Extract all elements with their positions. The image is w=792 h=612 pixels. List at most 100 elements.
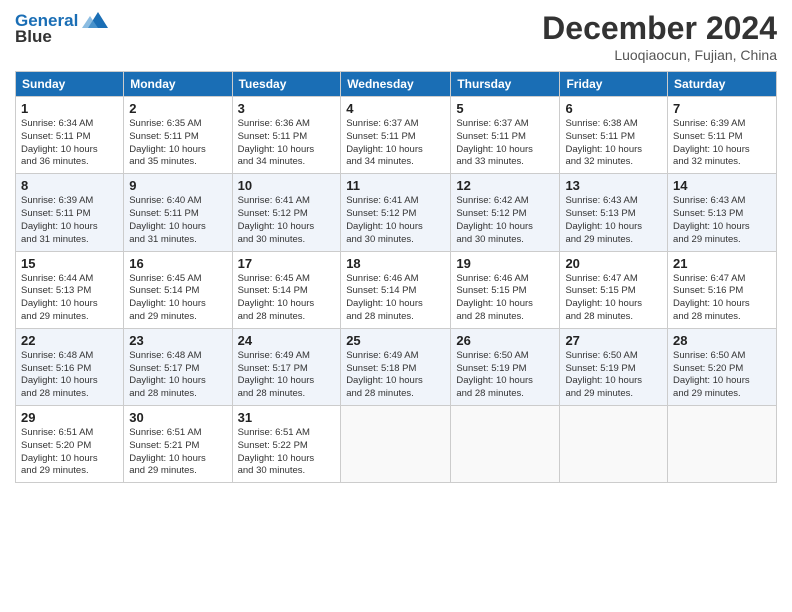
calendar-cell-w5-d3 bbox=[341, 406, 451, 483]
calendar-cell-w3-d5: 20Sunrise: 6:47 AM Sunset: 5:15 PM Dayli… bbox=[560, 251, 668, 328]
calendar-cell-w5-d2: 31 Sunrise: 6:51 AM Sunset: 5:22 PM Dayli… bbox=[232, 406, 341, 483]
day-info: Sunrise: 6:51 AM Sunset: 5:22 PM Dayligh… bbox=[238, 427, 336, 478]
day-info: Sunrise: 6:51 AM Sunset: 5:20 PM Dayligh… bbox=[21, 427, 118, 478]
day-number: 6 bbox=[565, 101, 662, 116]
day-info: Sunrise: 6:50 AM Sunset: 5:19 PM Dayligh… bbox=[565, 350, 662, 401]
day-number: 14 bbox=[673, 178, 771, 193]
day-info: Sunrise: 6:39 AM Sunset: 5:11 PM Dayligh… bbox=[21, 195, 118, 246]
day-number: 18 bbox=[346, 256, 445, 271]
week-row-1: 1Sunrise: 6:34 AM Sunset: 5:11 PM Daylig… bbox=[16, 97, 777, 174]
calendar-cell-w5-d5 bbox=[560, 406, 668, 483]
day-info: Sunrise: 6:39 AM Sunset: 5:11 PM Dayligh… bbox=[673, 118, 771, 169]
calendar-cell-w4-d1: 23 Sunrise: 6:48 AM Sunset: 5:17 PM Dayli… bbox=[124, 328, 232, 405]
day-info: Sunrise: 6:47 AM Sunset: 5:16 PM Dayligh… bbox=[673, 273, 771, 324]
calendar-cell-w5-d4 bbox=[451, 406, 560, 483]
day-number: 16 bbox=[129, 256, 226, 271]
calendar-cell-w4-d5: 27 Sunrise: 6:50 AM Sunset: 5:19 PM Dayli… bbox=[560, 328, 668, 405]
calendar-cell-w1-d1: 2 Sunrise: 6:35 AM Sunset: 5:11 PM Daylig… bbox=[124, 97, 232, 174]
header-sunday: Sunday bbox=[16, 72, 124, 97]
logo: General Blue bbox=[15, 10, 110, 47]
day-info: Sunrise: 6:43 AM Sunset: 5:13 PM Dayligh… bbox=[565, 195, 662, 246]
day-info: Sunrise: 6:50 AM Sunset: 5:20 PM Dayligh… bbox=[673, 350, 771, 401]
week-row-3: 15 Sunrise: 6:44 AM Sunset: 5:13 PM Dayli… bbox=[16, 251, 777, 328]
calendar-cell-w3-d2: 17Sunrise: 6:45 AM Sunset: 5:14 PM Dayli… bbox=[232, 251, 341, 328]
day-number: 8 bbox=[21, 178, 118, 193]
title-area: December 2024 Luoqiaocun, Fujian, China bbox=[542, 10, 777, 63]
calendar-cell-w3-d1: 16 Sunrise: 6:45 AM Sunset: 5:14 PM Dayli… bbox=[124, 251, 232, 328]
day-info: Sunrise: 6:48 AM Sunset: 5:16 PM Dayligh… bbox=[21, 350, 118, 401]
day-number: 7 bbox=[673, 101, 771, 116]
week-row-4: 22 Sunrise: 6:48 AM Sunset: 5:16 PM Dayli… bbox=[16, 328, 777, 405]
month-title: December 2024 bbox=[542, 10, 777, 47]
header-tuesday: Tuesday bbox=[232, 72, 341, 97]
day-number: 31 bbox=[238, 410, 336, 425]
day-number: 21 bbox=[673, 256, 771, 271]
day-number: 1 bbox=[21, 101, 118, 116]
calendar-cell-w2-d4: 12 Sunrise: 6:42 AM Sunset: 5:12 PM Dayli… bbox=[451, 174, 560, 251]
logo-text-line2: Blue bbox=[15, 28, 52, 47]
day-number: 3 bbox=[238, 101, 336, 116]
calendar-cell-w3-d6: 21 Sunrise: 6:47 AM Sunset: 5:16 PM Dayli… bbox=[668, 251, 777, 328]
calendar-cell-w1-d0: 1Sunrise: 6:34 AM Sunset: 5:11 PM Daylig… bbox=[16, 97, 124, 174]
calendar-cell-w1-d5: 6Sunrise: 6:38 AM Sunset: 5:11 PM Daylig… bbox=[560, 97, 668, 174]
header-friday: Friday bbox=[560, 72, 668, 97]
day-number: 11 bbox=[346, 178, 445, 193]
calendar-cell-w3-d3: 18 Sunrise: 6:46 AM Sunset: 5:14 PM Dayli… bbox=[341, 251, 451, 328]
day-number: 2 bbox=[129, 101, 226, 116]
day-number: 23 bbox=[129, 333, 226, 348]
calendar-cell-w3-d0: 15 Sunrise: 6:44 AM Sunset: 5:13 PM Dayli… bbox=[16, 251, 124, 328]
day-info: Sunrise: 6:50 AM Sunset: 5:19 PM Dayligh… bbox=[456, 350, 554, 401]
calendar-cell-w2-d1: 9Sunrise: 6:40 AM Sunset: 5:11 PM Daylig… bbox=[124, 174, 232, 251]
calendar-cell-w4-d0: 22 Sunrise: 6:48 AM Sunset: 5:16 PM Dayli… bbox=[16, 328, 124, 405]
day-info: Sunrise: 6:37 AM Sunset: 5:11 PM Dayligh… bbox=[346, 118, 445, 169]
day-info: Sunrise: 6:46 AM Sunset: 5:14 PM Dayligh… bbox=[346, 273, 445, 324]
day-info: Sunrise: 6:44 AM Sunset: 5:13 PM Dayligh… bbox=[21, 273, 118, 324]
day-number: 12 bbox=[456, 178, 554, 193]
header-monday: Monday bbox=[124, 72, 232, 97]
calendar-cell-w4-d3: 25 Sunrise: 6:49 AM Sunset: 5:18 PM Dayli… bbox=[341, 328, 451, 405]
day-info: Sunrise: 6:40 AM Sunset: 5:11 PM Dayligh… bbox=[129, 195, 226, 246]
header-thursday: Thursday bbox=[451, 72, 560, 97]
calendar-cell-w2-d5: 13 Sunrise: 6:43 AM Sunset: 5:13 PM Dayli… bbox=[560, 174, 668, 251]
calendar-cell-w2-d6: 14 Sunrise: 6:43 AM Sunset: 5:13 PM Dayli… bbox=[668, 174, 777, 251]
day-number: 5 bbox=[456, 101, 554, 116]
day-number: 15 bbox=[21, 256, 118, 271]
day-info: Sunrise: 6:45 AM Sunset: 5:14 PM Dayligh… bbox=[238, 273, 336, 324]
day-info: Sunrise: 6:47 AM Sunset: 5:15 PM Dayligh… bbox=[565, 273, 662, 324]
day-info: Sunrise: 6:43 AM Sunset: 5:13 PM Dayligh… bbox=[673, 195, 771, 246]
day-info: Sunrise: 6:45 AM Sunset: 5:14 PM Dayligh… bbox=[129, 273, 226, 324]
week-row-5: 29 Sunrise: 6:51 AM Sunset: 5:20 PM Dayli… bbox=[16, 406, 777, 483]
calendar-cell-w5-d1: 30 Sunrise: 6:51 AM Sunset: 5:21 PM Dayli… bbox=[124, 406, 232, 483]
calendar-table: Sunday Monday Tuesday Wednesday Thursday… bbox=[15, 71, 777, 483]
calendar-cell-w5-d0: 29 Sunrise: 6:51 AM Sunset: 5:20 PM Dayli… bbox=[16, 406, 124, 483]
day-info: Sunrise: 6:41 AM Sunset: 5:12 PM Dayligh… bbox=[346, 195, 445, 246]
calendar-cell-w2-d3: 11 Sunrise: 6:41 AM Sunset: 5:12 PM Dayli… bbox=[341, 174, 451, 251]
day-number: 30 bbox=[129, 410, 226, 425]
day-info: Sunrise: 6:51 AM Sunset: 5:21 PM Dayligh… bbox=[129, 427, 226, 478]
day-number: 22 bbox=[21, 333, 118, 348]
calendar-cell-w2-d0: 8 Sunrise: 6:39 AM Sunset: 5:11 PM Daylig… bbox=[16, 174, 124, 251]
calendar-cell-w1-d2: 3Sunrise: 6:36 AM Sunset: 5:11 PM Daylig… bbox=[232, 97, 341, 174]
day-number: 13 bbox=[565, 178, 662, 193]
calendar-cell-w2-d2: 10Sunrise: 6:41 AM Sunset: 5:12 PM Dayli… bbox=[232, 174, 341, 251]
calendar-cell-w3-d4: 19Sunrise: 6:46 AM Sunset: 5:15 PM Dayli… bbox=[451, 251, 560, 328]
header-wednesday: Wednesday bbox=[341, 72, 451, 97]
day-info: Sunrise: 6:48 AM Sunset: 5:17 PM Dayligh… bbox=[129, 350, 226, 401]
day-number: 4 bbox=[346, 101, 445, 116]
day-info: Sunrise: 6:35 AM Sunset: 5:11 PM Dayligh… bbox=[129, 118, 226, 169]
day-number: 28 bbox=[673, 333, 771, 348]
day-number: 25 bbox=[346, 333, 445, 348]
header-saturday: Saturday bbox=[668, 72, 777, 97]
day-number: 10 bbox=[238, 178, 336, 193]
weekday-header-row: Sunday Monday Tuesday Wednesday Thursday… bbox=[16, 72, 777, 97]
day-info: Sunrise: 6:42 AM Sunset: 5:12 PM Dayligh… bbox=[456, 195, 554, 246]
header: General Blue December 2024 Luoqiaocun, F… bbox=[15, 10, 777, 63]
calendar-cell-w1-d6: 7 Sunrise: 6:39 AM Sunset: 5:11 PM Daylig… bbox=[668, 97, 777, 174]
day-info: Sunrise: 6:49 AM Sunset: 5:18 PM Dayligh… bbox=[346, 350, 445, 401]
day-number: 29 bbox=[21, 410, 118, 425]
day-info: Sunrise: 6:37 AM Sunset: 5:11 PM Dayligh… bbox=[456, 118, 554, 169]
day-info: Sunrise: 6:49 AM Sunset: 5:17 PM Dayligh… bbox=[238, 350, 336, 401]
day-number: 27 bbox=[565, 333, 662, 348]
calendar-cell-w4-d4: 26Sunrise: 6:50 AM Sunset: 5:19 PM Dayli… bbox=[451, 328, 560, 405]
calendar-cell-w4-d6: 28 Sunrise: 6:50 AM Sunset: 5:20 PM Dayli… bbox=[668, 328, 777, 405]
